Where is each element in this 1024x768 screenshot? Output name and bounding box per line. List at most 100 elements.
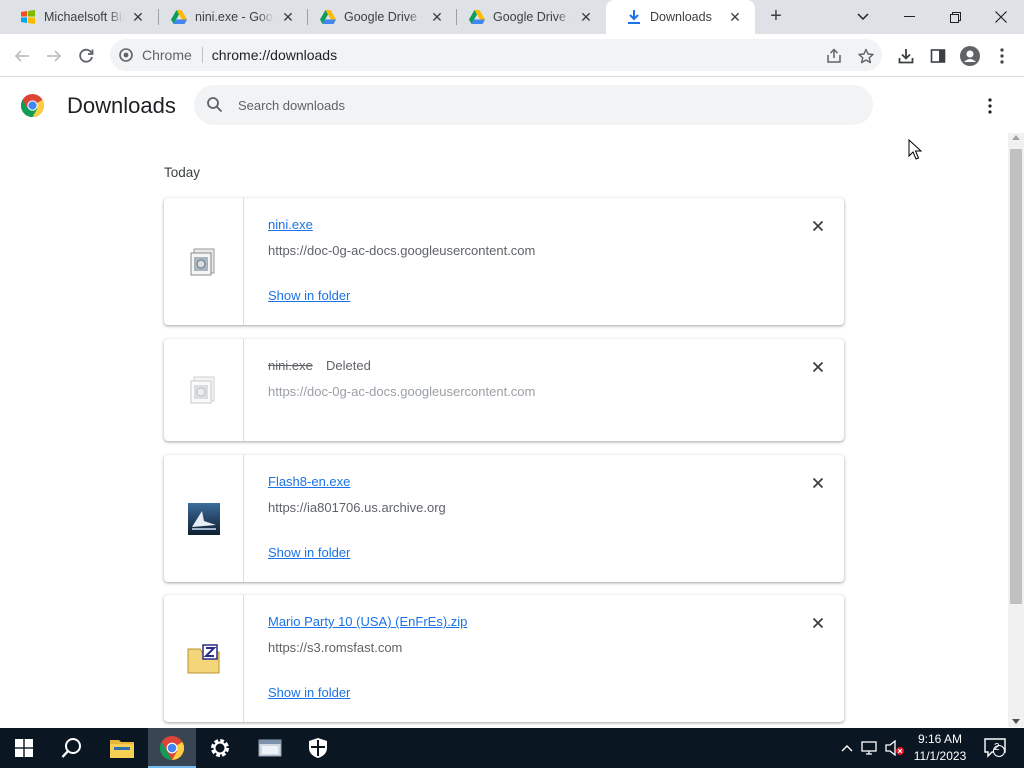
downloads-button[interactable] [892, 42, 920, 70]
file-icon-column [164, 455, 244, 582]
file-icon-column [164, 595, 244, 722]
close-tab-icon[interactable]: ✕ [130, 9, 146, 25]
forward-arrow-icon [47, 50, 62, 62]
chevron-down-icon [857, 13, 869, 21]
reload-button[interactable] [72, 42, 100, 70]
taskbar-chrome[interactable] [148, 728, 196, 768]
network-icon [861, 741, 877, 755]
back-button[interactable] [8, 42, 36, 70]
downloads-header: Downloads [0, 77, 1024, 133]
remove-from-list-button[interactable] [808, 473, 828, 493]
minimize-button[interactable] [886, 0, 932, 34]
file-icon-column [164, 198, 244, 325]
network-status[interactable] [860, 728, 880, 768]
taskbar-file-explorer[interactable] [98, 728, 146, 768]
kebab-menu-icon [1000, 48, 1004, 64]
exe-file-icon [190, 376, 214, 404]
close-tab-icon[interactable]: ✕ [429, 9, 445, 25]
start-button[interactable] [0, 728, 48, 768]
close-icon [995, 11, 1007, 23]
source-url: https://ia801706.us.archive.org [268, 500, 446, 515]
tab-drive-warning-2[interactable]: Google Drive - Virus scan warning ✕ [449, 0, 606, 34]
page-scrollbar[interactable] [1008, 133, 1024, 727]
chrome-menu-button[interactable] [988, 42, 1016, 70]
page-title: Downloads [67, 93, 176, 118]
file-name-link[interactable]: nini.exe [268, 217, 313, 232]
browser-toolbar: Chrome chrome://downloads [0, 34, 1024, 77]
tab-title: Downloads [650, 10, 712, 24]
close-tab-icon[interactable]: ✕ [280, 9, 296, 25]
scroll-down-arrow-icon[interactable] [1012, 719, 1020, 724]
close-icon [813, 221, 823, 231]
taskbar-security[interactable] [294, 728, 342, 768]
tab-michaelsoft[interactable]: Michaelsoft Binbows ✕ [0, 0, 158, 34]
close-window-button[interactable] [978, 0, 1024, 34]
close-tab-icon[interactable]: ✕ [727, 9, 743, 25]
side-panel-icon [930, 49, 946, 63]
show-in-folder-link[interactable]: Show in folder [268, 288, 350, 303]
remove-from-list-button[interactable] [808, 613, 828, 633]
search-icon [61, 738, 81, 758]
tab-search-button[interactable] [840, 0, 886, 34]
tab-downloads[interactable]: Downloads ✕ [606, 0, 755, 34]
restore-button[interactable] [932, 0, 978, 34]
search-downloads-box[interactable] [194, 85, 873, 125]
forward-button[interactable] [40, 42, 68, 70]
windows-logo-icon [15, 739, 33, 757]
volume-status[interactable] [884, 728, 906, 768]
tab-drive-warning-1[interactable]: Google Drive - Virus scan warning ✕ [300, 0, 457, 34]
close-tab-icon[interactable]: ✕ [578, 9, 594, 25]
downloads-list: Today nini.exe https://doc-0g-ac-docs.go… [0, 133, 1008, 727]
clock-date: 11/1/2023 [913, 749, 967, 763]
bookmark-button[interactable] [852, 42, 880, 70]
downloads-more-actions-button[interactable] [978, 94, 1002, 118]
file-name-link[interactable]: Mario Party 10 (USA) (EnFrEs).zip [268, 614, 467, 629]
taskbar-settings[interactable] [196, 728, 244, 768]
remove-from-list-button[interactable] [808, 357, 828, 377]
search-input[interactable] [238, 97, 838, 113]
chrome-chip: Chrome [142, 47, 192, 63]
profile-button[interactable] [956, 42, 984, 70]
file-explorer-icon [110, 740, 134, 758]
chevron-up-icon [841, 745, 853, 752]
address-bar[interactable]: Chrome chrome://downloads [110, 39, 882, 71]
app-window-icon [258, 739, 282, 757]
back-arrow-icon [14, 50, 29, 62]
file-name-link[interactable]: Flash8-en.exe [268, 474, 350, 489]
url-path: downloads [270, 47, 338, 63]
tab-title: Google Drive - Virus scan warning [493, 10, 572, 24]
source-url: https://doc-0g-ac-docs.googleusercontent… [268, 384, 536, 399]
source-url: https://doc-0g-ac-docs.googleusercontent… [268, 243, 536, 258]
search-icon [207, 97, 223, 113]
notification-count-badge: 2 [994, 742, 1000, 753]
download-icon [898, 49, 914, 64]
taskbar-app-window[interactable] [246, 728, 294, 768]
tab-title: nini.exe - Google Drive [195, 10, 274, 24]
system-clock[interactable]: 9:16 AM 11/1/2023 [910, 731, 970, 765]
new-tab-button[interactable]: + [766, 6, 786, 27]
chrome-logo-icon [160, 736, 184, 760]
taskbar-search-button[interactable] [48, 728, 96, 768]
close-icon [813, 618, 823, 628]
windows-taskbar: 9:16 AM 11/1/2023 2 [0, 728, 1024, 768]
chrome-logo-icon [21, 94, 44, 117]
download-item: Flash8-en.exe https://ia801706.us.archiv… [164, 455, 844, 582]
scroll-up-arrow-icon[interactable] [1012, 135, 1020, 140]
file-name-deleted: nini.exe [268, 358, 313, 373]
remove-from-list-button[interactable] [808, 216, 828, 236]
show-in-folder-link[interactable]: Show in folder [268, 685, 350, 700]
tab-title: Google Drive - Virus scan warning [344, 10, 423, 24]
scrollbar-thumb[interactable] [1010, 149, 1022, 604]
side-panel-button[interactable] [924, 42, 952, 70]
chrome-page-icon [118, 47, 134, 63]
action-center-button[interactable]: 2 [980, 728, 1010, 768]
google-drive-icon [171, 9, 187, 25]
download-status: Deleted [326, 358, 371, 373]
share-button[interactable] [820, 42, 848, 70]
url-text: chrome://downloads [212, 47, 337, 63]
download-item: nini.exe Deleted https://doc-0g-ac-docs.… [164, 339, 844, 441]
share-icon [827, 48, 841, 63]
tab-nini-drive[interactable]: nini.exe - Google Drive ✕ [151, 0, 308, 34]
show-hidden-icons-button[interactable] [838, 728, 856, 768]
show-in-folder-link[interactable]: Show in folder [268, 545, 350, 560]
